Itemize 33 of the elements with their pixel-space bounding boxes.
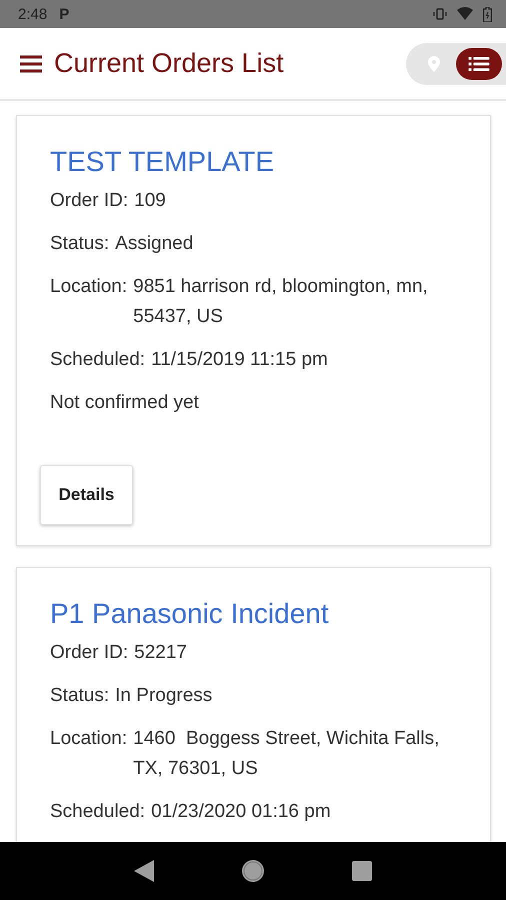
details-button[interactable]: Details	[40, 465, 133, 525]
app-notification-icon: P	[59, 6, 70, 22]
field-value: In Progress	[115, 684, 214, 708]
back-icon	[134, 860, 154, 882]
field-value: 01/23/2020 01:16 pm	[151, 800, 332, 824]
list-view-tab[interactable]	[456, 48, 502, 80]
field-value: Assigned	[115, 232, 194, 256]
field-label: Order ID:	[50, 641, 128, 665]
field-label: Order ID:	[50, 189, 128, 213]
field-label: Location:	[50, 275, 128, 299]
list-icon	[468, 56, 490, 72]
field-value: 9851 harrison rd, bloomington, mn, 55437, US	[133, 275, 429, 329]
order-title[interactable]: P1 Panasonic Incident	[50, 598, 456, 630]
battery-icon	[483, 6, 492, 22]
vibrate-icon	[433, 7, 447, 21]
field-label: Scheduled:	[50, 348, 146, 372]
field-label: Status:	[50, 684, 110, 708]
home-icon	[240, 859, 265, 883]
confirmation-status: Not confirmed yet	[50, 391, 200, 415]
field-value: 109	[134, 189, 167, 213]
field-value: 52217	[134, 641, 188, 665]
status-time: 2:48	[18, 6, 48, 22]
field-value: 1460 Boggess Street, Wichita Falls, TX, 76301, US	[133, 727, 440, 781]
menu-icon[interactable]	[20, 54, 42, 72]
order-title[interactable]: TEST TEMPLATE	[50, 146, 456, 178]
screen-title: Current Orders List	[54, 48, 284, 79]
pin-icon	[428, 56, 440, 72]
field-label: Status:	[50, 232, 110, 256]
recents-icon	[352, 861, 372, 881]
field-value: 11/15/2019 11:15 pm	[151, 348, 329, 372]
field-label: Location:	[50, 727, 128, 751]
field-label: Scheduled:	[50, 800, 146, 824]
wifi-icon	[457, 7, 473, 21]
